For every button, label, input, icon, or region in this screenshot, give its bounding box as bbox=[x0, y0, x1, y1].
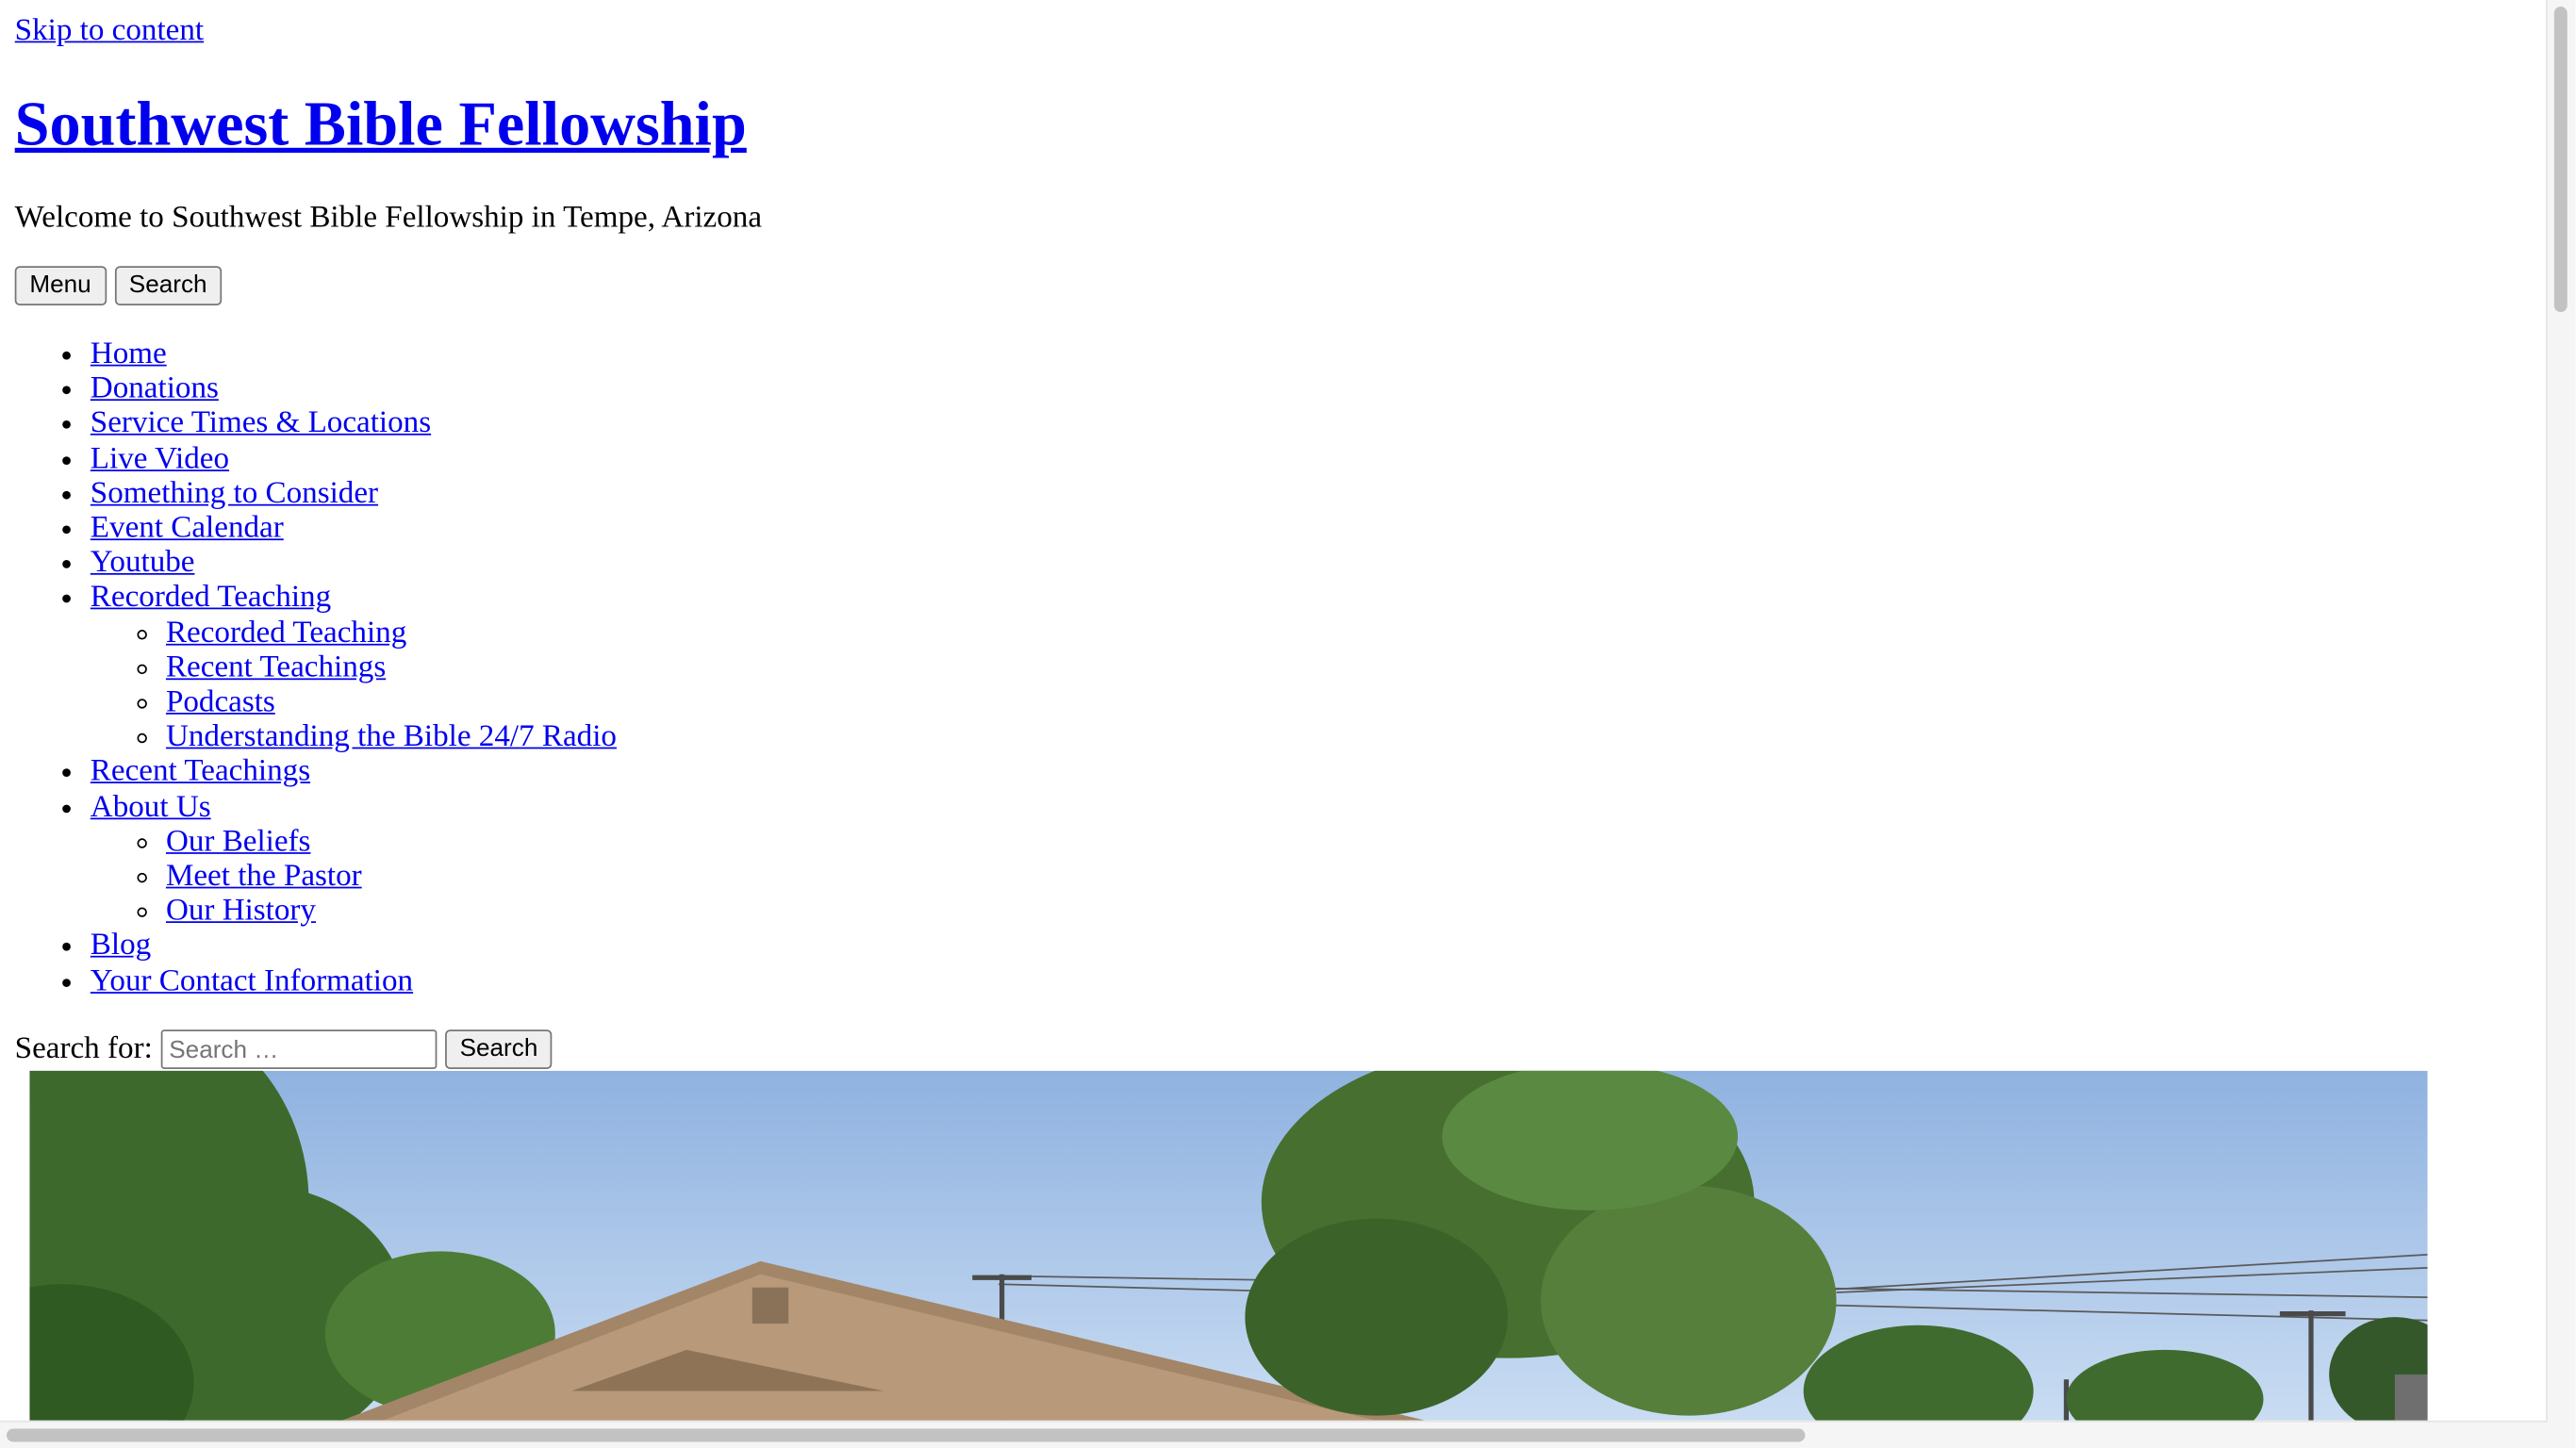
submenu-item-radio: Understanding the Bible 24/7 Radio bbox=[166, 719, 617, 754]
menu-item-event-calendar: Event Calendar bbox=[91, 511, 617, 546]
submenu-link-podcasts[interactable]: Podcasts bbox=[166, 684, 275, 719]
submenu-item-our-history: Our History bbox=[166, 894, 617, 929]
roof-vent bbox=[751, 1287, 789, 1325]
page: Skip to content Southwest Bible Fellowsh… bbox=[0, 0, 2576, 1448]
submenu-item-podcasts: Podcasts bbox=[166, 684, 617, 719]
menu-link-event-calendar[interactable]: Event Calendar bbox=[91, 511, 284, 546]
skip-to-content-link[interactable]: Skip to content bbox=[15, 13, 204, 49]
menu-link-blog[interactable]: Blog bbox=[91, 929, 151, 963]
menu-link-recent-teachings[interactable]: Recent Teachings bbox=[91, 754, 310, 789]
site-title: Southwest Bible Fellowship bbox=[15, 89, 747, 161]
search-label: Search for: bbox=[14, 1030, 153, 1066]
submenu-link-radio[interactable]: Understanding the Bible 24/7 Radio bbox=[166, 719, 617, 754]
menu-item-youtube: Youtube bbox=[91, 546, 617, 581]
primary-menu: Home Donations Service Times & Locations… bbox=[25, 337, 617, 998]
menu-item-donations: Donations bbox=[91, 371, 617, 406]
submenu-link-our-beliefs[interactable]: Our Beliefs bbox=[166, 824, 311, 859]
site-title-link[interactable]: Southwest Bible Fellowship bbox=[15, 90, 747, 159]
menu-item-recorded-teaching: Recorded Teaching Recorded Teaching Rece… bbox=[91, 581, 617, 755]
search-submit-button[interactable]: Search bbox=[444, 1029, 553, 1070]
submenu-item-our-beliefs: Our Beliefs bbox=[166, 824, 617, 859]
menu-item-home: Home bbox=[91, 337, 617, 371]
menu-link-something-to-consider[interactable]: Something to Consider bbox=[91, 476, 378, 511]
menu-link-recorded-teaching[interactable]: Recorded Teaching bbox=[91, 581, 331, 616]
menu-item-blog: Blog bbox=[91, 929, 617, 963]
menu-item-live-video: Live Video bbox=[91, 441, 617, 476]
search-toggle-button[interactable]: Search bbox=[114, 266, 223, 306]
submenu-about-us: Our Beliefs Meet the Pastor Our History bbox=[91, 824, 617, 929]
menu-link-youtube[interactable]: Youtube bbox=[91, 546, 195, 581]
submenu-recorded-teaching: Recorded Teaching Recent Teachings Podca… bbox=[91, 616, 617, 755]
vertical-scroll-thumb[interactable] bbox=[2553, 6, 2568, 312]
menu-link-live-video[interactable]: Live Video bbox=[91, 441, 229, 476]
menu-link-donations[interactable]: Donations bbox=[91, 371, 219, 406]
horizontal-scroll-thumb[interactable] bbox=[6, 1428, 1806, 1442]
scrollbar-corner bbox=[2547, 1420, 2576, 1448]
submenu-link-meet-pastor[interactable]: Meet the Pastor bbox=[166, 859, 362, 894]
horizontal-scrollbar[interactable] bbox=[0, 1420, 2548, 1448]
menu-link-home[interactable]: Home bbox=[91, 337, 167, 371]
submenu-link-recorded-teaching[interactable]: Recorded Teaching bbox=[166, 616, 406, 650]
submenu-link-recent-teachings[interactable]: Recent Teachings bbox=[166, 650, 386, 685]
search-input[interactable] bbox=[160, 1029, 438, 1070]
menu-item-recent-teachings: Recent Teachings bbox=[91, 754, 617, 789]
menu-item-about-us: About Us Our Beliefs Meet the Pastor Our… bbox=[91, 789, 617, 929]
submenu-link-our-history[interactable]: Our History bbox=[166, 894, 316, 929]
utility-box bbox=[2394, 1374, 2428, 1421]
menu-link-contact[interactable]: Your Contact Information bbox=[91, 963, 413, 998]
menu-button[interactable]: Menu bbox=[14, 266, 107, 306]
header-buttons: Menu Search bbox=[14, 266, 223, 306]
submenu-item-recorded-teaching: Recorded Teaching bbox=[166, 616, 617, 650]
church-building-photo bbox=[29, 1070, 2428, 1421]
hero-image bbox=[29, 1070, 2428, 1421]
submenu-item-recent-teachings: Recent Teachings bbox=[166, 650, 617, 685]
vertical-scrollbar[interactable] bbox=[2546, 0, 2576, 1421]
submenu-item-meet-pastor: Meet the Pastor bbox=[166, 859, 617, 894]
menu-item-service-times: Service Times & Locations bbox=[91, 406, 617, 441]
menu-link-about-us[interactable]: About Us bbox=[91, 789, 211, 824]
menu-item-contact: Your Contact Information bbox=[91, 963, 617, 998]
search-form: Search for: Search bbox=[14, 1029, 553, 1070]
site-tagline: Welcome to Southwest Bible Fellowship in… bbox=[14, 200, 763, 236]
menu-link-service-times[interactable]: Service Times & Locations bbox=[91, 406, 431, 441]
menu-item-something-to-consider: Something to Consider bbox=[91, 476, 617, 511]
